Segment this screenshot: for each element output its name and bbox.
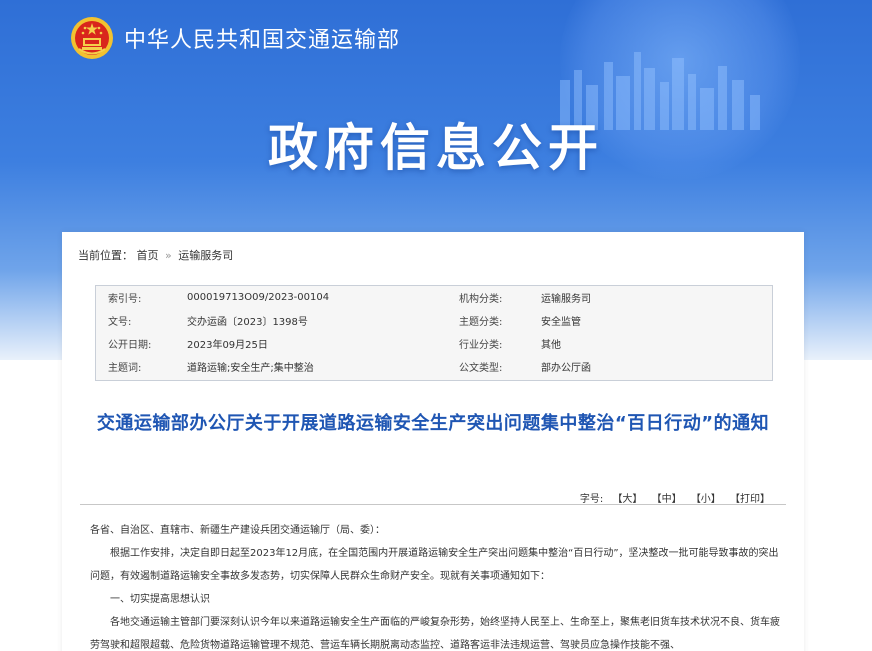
document-title: 交通运输部办公厅关于开展道路运输安全生产突出问题集中整治“百日行动”的通知 <box>96 413 770 434</box>
paragraph-intro: 根据工作安排，决定自即日起至2023年12月底，在全国范围内开展道路运输安全生产… <box>90 548 779 582</box>
banner-title: 政府信息公开 <box>268 119 604 177</box>
breadcrumb-current-link[interactable]: 运输服务司 <box>178 249 233 262</box>
keywords-value: 道路运输;安全生产;集中整治 <box>187 363 314 374</box>
breadcrumb: 当前位置： 首页 » 运输服务司 <box>78 247 233 263</box>
breadcrumb-home-link[interactable]: 首页 <box>137 249 159 262</box>
document-number-value: 交办运函〔2023〕1398号 <box>187 317 308 328</box>
site-title[interactable]: 中华人民共和国交通运输部 <box>124 22 400 54</box>
paragraph-section-1: 各地交通运输主管部门要深刻认识今年以来道路运输安全生产面临的严峻复杂形势，始终坚… <box>90 617 780 651</box>
document-type-value: 部办公厅函 <box>541 363 591 374</box>
agency-category-value: 运输服务司 <box>541 294 591 305</box>
publish-date-label: 公开日期: <box>108 340 152 351</box>
document-type-label: 公文类型: <box>459 363 503 374</box>
section-heading: 一、切实提高思想认识 <box>110 594 210 605</box>
topic-category-value: 安全监管 <box>541 317 581 328</box>
info-row-keywords: 主题词: 道路运输;安全生产;集中整治 公文类型: 部办公厅函 <box>96 355 772 378</box>
font-size-controls: 字号: 【大】 【中】 【小】 【打印】 <box>580 490 770 505</box>
keywords-label: 主题词: <box>108 363 142 374</box>
index-number-label: 索引号: <box>108 294 142 305</box>
salutation: 各省、自治区、直辖市、新疆生产建设兵团交通运输厅（局、委）： <box>90 525 385 536</box>
industry-category-value: 其他 <box>541 340 561 351</box>
publish-date-value: 2023年09月25日 <box>187 340 268 351</box>
document-info-table: 索引号: 000019713O09/2023-00104 机构分类: 运输服务司… <box>95 285 773 381</box>
info-row-docno: 文号: 交办运函〔2023〕1398号 主题分类: 安全监管 <box>96 309 772 332</box>
document-body: 各省、自治区、直辖市、新疆生产建设兵团交通运输厅（局、委）： 根据工作安排，决定… <box>90 519 780 651</box>
topic-category-label: 主题分类: <box>459 317 503 328</box>
industry-category-label: 行业分类: <box>459 340 503 351</box>
divider <box>80 504 786 505</box>
info-row-index: 索引号: 000019713O09/2023-00104 机构分类: 运输服务司 <box>96 286 772 309</box>
info-row-date: 公开日期: 2023年09月25日 行业分类: 其他 <box>96 332 772 355</box>
content-panel: 当前位置： 首页 » 运输服务司 索引号: 000019713O09/2023-… <box>62 232 804 651</box>
document-number-label: 文号: <box>108 317 132 328</box>
national-emblem-icon <box>71 17 113 59</box>
index-number-value: 000019713O09/2023-00104 <box>187 292 330 303</box>
agency-category-label: 机构分类: <box>459 294 503 305</box>
breadcrumb-label: 当前位置： <box>78 249 133 262</box>
breadcrumb-separator: » <box>165 249 172 262</box>
